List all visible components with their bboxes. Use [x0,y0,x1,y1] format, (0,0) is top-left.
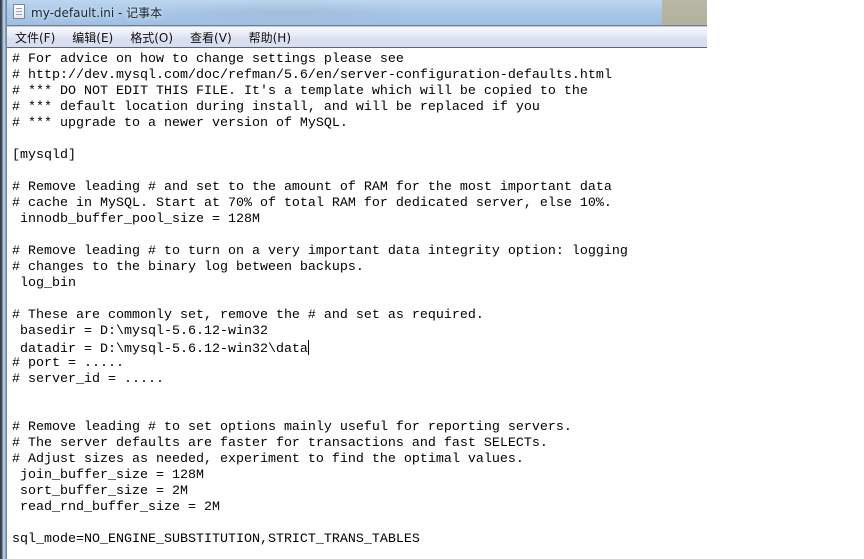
menu-view[interactable]: 查看(V) [182,29,239,46]
text-editor-area[interactable]: # For advice on how to change settings p… [7,48,864,559]
window-frame-left [0,0,7,559]
editor-line: read_rnd_buffer_size = 2M [12,500,220,515]
title-bar-background-blur [157,0,417,25]
editor-line: join_buffer_size = 128M [12,468,204,483]
editor-line: # Remove leading # to set options mainly… [12,420,572,435]
editor-line: # port = ..... [12,356,124,371]
menu-bar: 文件(F) 编辑(E) 格式(O) 查看(V) 帮助(H) [7,27,707,48]
editor-line: # The server defaults are faster for tra… [12,436,548,451]
menu-help[interactable]: 帮助(H) [241,29,298,46]
notepad-icon [13,4,25,19]
editor-line: # cache in MySQL. Start at 70% of total … [12,196,612,211]
editor-line: # http://dev.mysql.com/doc/refman/5.6/en… [12,68,612,83]
editor-line: # *** default location during install, a… [12,100,540,115]
editor-line: innodb_buffer_pool_size = 128M [12,212,260,227]
menu-file[interactable]: 文件(F) [7,29,62,46]
editor-line: log_bin [12,276,76,291]
editor-line: # server_id = ..... [12,372,164,387]
editor-line: # Remove leading # and set to the amount… [12,180,612,195]
screen: my-default.ini - 记事本 文件(F) 编辑(E) 格式(O) 查… [0,0,864,559]
editor-line: # These are commonly set, remove the # a… [12,308,484,323]
editor-content[interactable]: # For advice on how to change settings p… [12,52,628,548]
editor-line: sort_buffer_size = 2M [12,484,188,499]
editor-line: # *** DO NOT EDIT THIS FILE. It's a temp… [12,84,588,99]
editor-line: # Adjust sizes as needed, experiment to … [12,452,524,467]
editor-line: # For advice on how to change settings p… [12,52,404,67]
text-cursor [307,340,309,355]
menu-edit[interactable]: 编辑(E) [64,29,120,46]
title-bar[interactable]: my-default.ini - 记事本 [7,0,707,25]
editor-line: # changes to the binary log between back… [12,260,364,275]
editor-line: sql_mode=NO_ENGINE_SUBSTITUTION,STRICT_T… [12,532,420,547]
editor-line: basedir = D:\mysql-5.6.12-win32 [12,324,268,339]
editor-line: # Remove leading # to turn on a very imp… [12,244,628,259]
menu-format[interactable]: 格式(O) [122,29,180,46]
editor-line: [mysqld] [12,148,76,163]
editor-line: # *** upgrade to a newer version of MySQ… [12,116,348,131]
window-title: my-default.ini - 记事本 [31,6,163,20]
editor-line: datadir = D:\mysql-5.6.12-win32\data [12,340,309,357]
title-bar-background-blur [662,0,707,25]
